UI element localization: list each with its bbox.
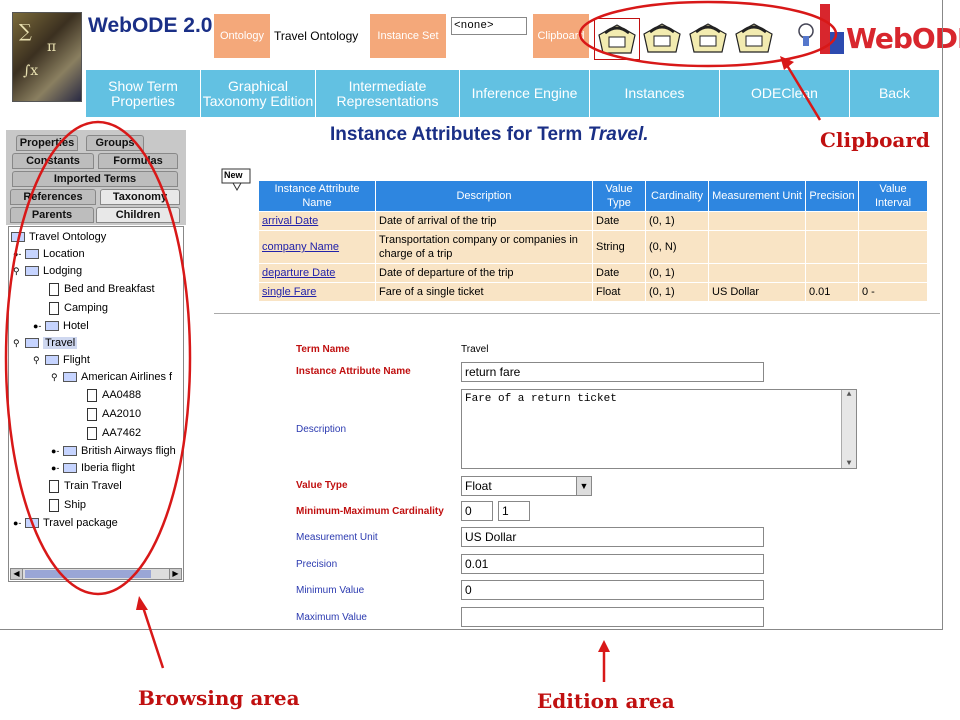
annotation-overlay xyxy=(4,0,838,682)
edition-area-annotation: Edition area xyxy=(537,689,675,713)
clipboard-arrow-line xyxy=(783,61,822,121)
clipboard-annotation: Clipboard xyxy=(820,128,930,152)
browsing-area-annotation: Browsing area xyxy=(138,686,300,710)
browsing-area-ellipse xyxy=(4,120,192,596)
edition-arrow-head xyxy=(598,640,610,652)
clipboard-highlight-ellipse xyxy=(578,0,838,68)
browsing-arrow-head xyxy=(136,596,148,610)
browsing-arrow-line xyxy=(140,603,165,669)
